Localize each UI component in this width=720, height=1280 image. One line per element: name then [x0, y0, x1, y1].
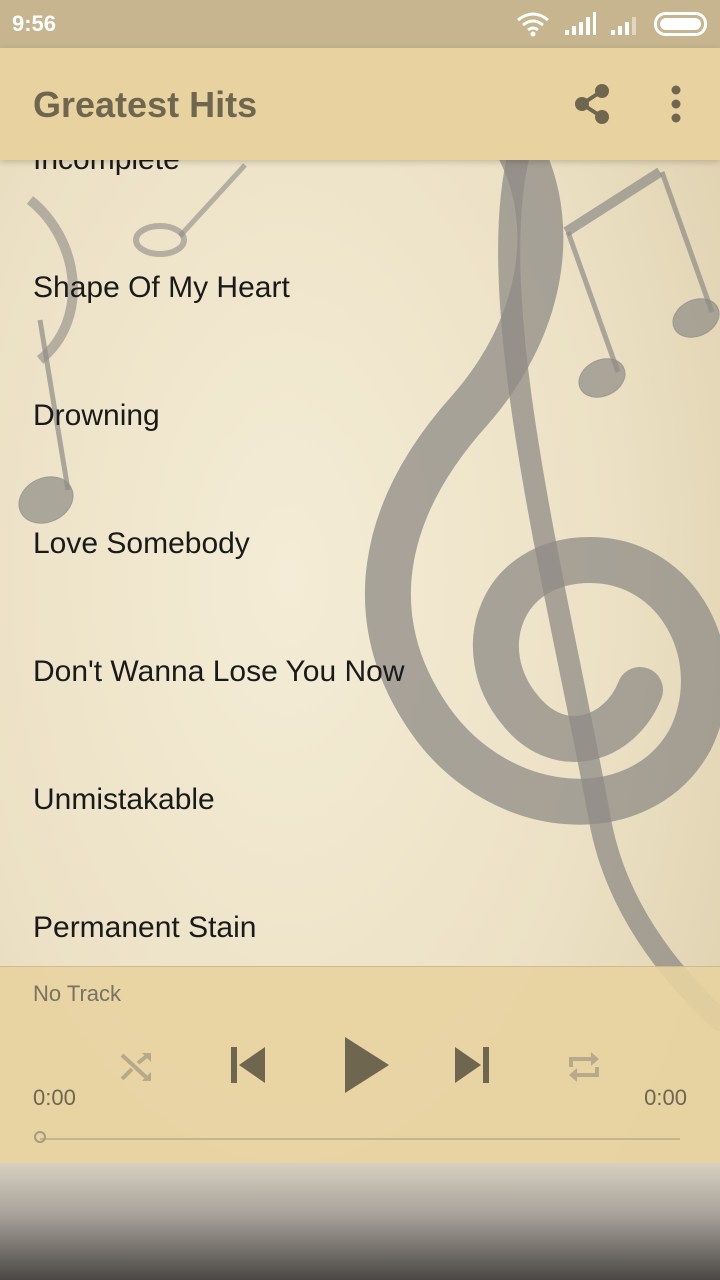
player-panel: No Track 0:00 0:00	[0, 966, 720, 1163]
status-time: 9:56	[12, 11, 57, 36]
track-list: Incomplete Shape Of My Heart Drowning Lo…	[0, 160, 720, 966]
repeat-button[interactable]	[560, 1043, 608, 1091]
battery-icon	[654, 12, 707, 36]
track-item[interactable]: Love Somebody	[0, 480, 720, 608]
share-button[interactable]	[568, 80, 616, 128]
shuffle-button[interactable]	[112, 1043, 160, 1091]
track-title: Love Somebody	[33, 527, 250, 560]
app-title: Greatest Hits	[33, 84, 258, 125]
total-duration: 0:00	[644, 1085, 687, 1110]
track-title: Don't Wanna Lose You Now	[33, 655, 405, 688]
seek-thumb[interactable]	[34, 1131, 46, 1143]
track-title: Permanent Stain	[33, 911, 257, 944]
track-title: Incomplete	[0, 160, 180, 177]
seek-bar[interactable]	[40, 1138, 680, 1140]
status-bar: 9:56	[0, 0, 720, 48]
signal-strength-secondary-icon	[611, 17, 636, 35]
track-item[interactable]: Don't Wanna Lose You Now	[0, 608, 720, 736]
track-item[interactable]: Permanent Stain	[0, 864, 720, 966]
track-item[interactable]: Shape Of My Heart	[0, 224, 720, 352]
track-title: Unmistakable	[33, 783, 215, 816]
track-title: Shape Of My Heart	[33, 271, 290, 304]
track-item[interactable]: Drowning	[0, 352, 720, 480]
elapsed-time: 0:00	[33, 1085, 76, 1110]
bottom-background	[0, 1162, 720, 1280]
skip-next-icon	[455, 1047, 489, 1083]
now-playing-label: No Track	[33, 981, 122, 1006]
track-title: Drowning	[33, 399, 160, 432]
wifi-icon	[517, 12, 549, 37]
more-vert-icon	[671, 85, 681, 123]
signal-strength-icon	[565, 12, 596, 35]
skip-previous-icon	[231, 1047, 265, 1083]
previous-button[interactable]	[222, 1039, 274, 1091]
next-button[interactable]	[446, 1039, 498, 1091]
track-item[interactable]: Unmistakable	[0, 736, 720, 864]
more-options-button[interactable]	[656, 80, 696, 128]
status-icons	[516, 10, 708, 38]
app-bar: Greatest Hits	[0, 48, 720, 160]
shuffle-icon	[120, 1053, 151, 1081]
track-item[interactable]: Incomplete	[0, 160, 720, 224]
play-button[interactable]	[330, 1029, 402, 1101]
share-icon	[575, 84, 609, 124]
play-icon	[345, 1037, 389, 1093]
repeat-icon	[569, 1052, 599, 1082]
